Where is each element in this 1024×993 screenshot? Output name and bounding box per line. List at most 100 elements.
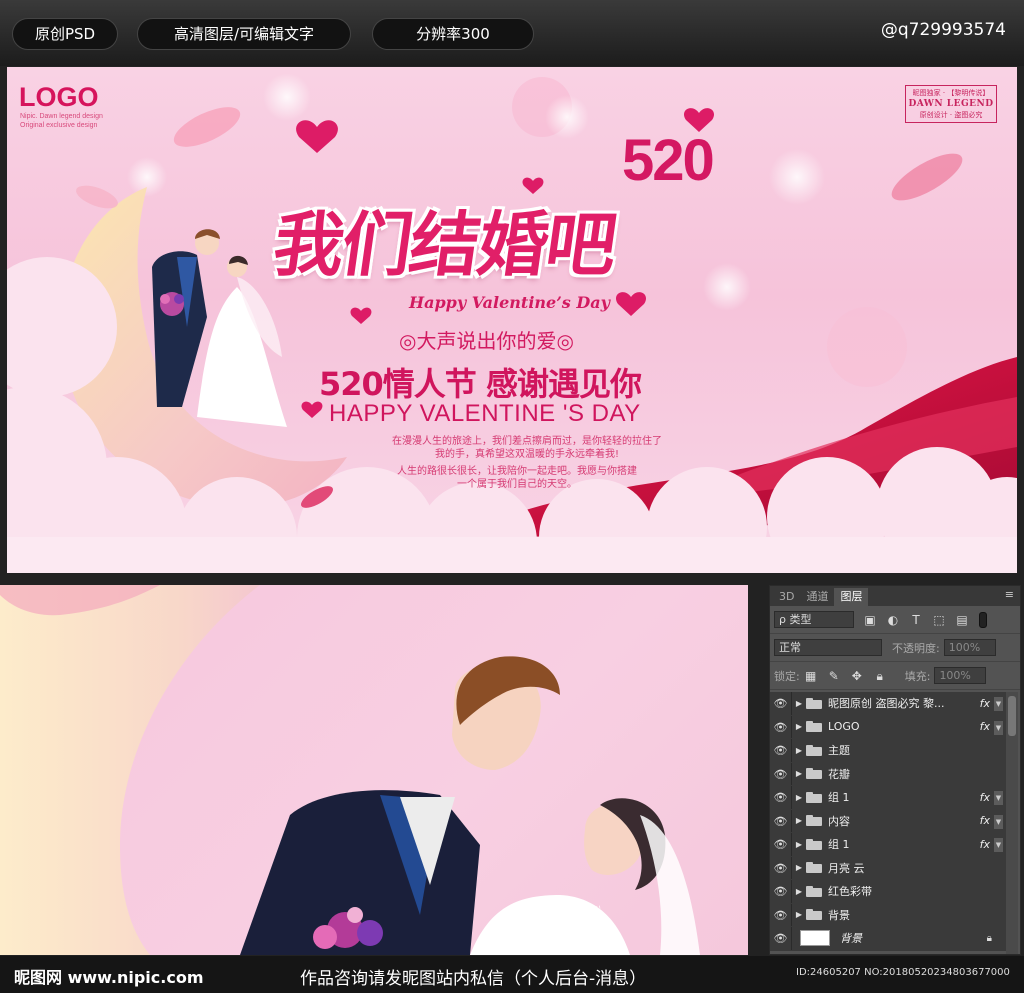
layer-row[interactable]: 👁︎ ▶ 组 1 fx ▼	[770, 833, 1006, 857]
lock-label: 锁定:	[774, 669, 800, 683]
pixel-filter-icon[interactable]: ▣	[863, 613, 877, 627]
expand-triangle-icon[interactable]: ▶	[792, 722, 806, 731]
visibility-eye-icon[interactable]: 👁︎	[770, 809, 792, 832]
layer-name[interactable]: 内容	[828, 813, 958, 829]
layer-name[interactable]: 组 1	[828, 836, 958, 852]
expand-triangle-icon[interactable]: ▶	[792, 699, 806, 708]
filter-toggle[interactable]	[979, 611, 987, 628]
layer-name[interactable]: 昵图原创 盗图必究 黎...	[828, 695, 958, 711]
bokeh-light	[769, 149, 825, 205]
expand-triangle-icon[interactable]: ▶	[792, 769, 806, 778]
layer-name[interactable]: 主题	[828, 742, 958, 758]
expand-triangle-icon[interactable]: ▶	[792, 887, 806, 896]
paragraph-line: 在漫漫人生的旅途上，我们差点擦肩而过，是你轻轻的拉住了	[392, 436, 662, 447]
blend-row: 正常 不透明度: 100%	[770, 634, 1020, 662]
folder-icon	[806, 862, 822, 874]
visibility-eye-icon[interactable]: 👁︎	[770, 715, 792, 738]
effects-expand-icon[interactable]: ▼	[994, 814, 1003, 829]
opacity-label: 不透明度:	[892, 641, 940, 655]
blend-mode-select[interactable]: 正常	[774, 639, 882, 656]
layer-row[interactable]: 👁︎ ▶ 背景	[770, 903, 1006, 927]
kind-filter-select[interactable]: ρ 类型	[774, 611, 854, 628]
layer-name[interactable]: 背景	[828, 907, 958, 923]
effects-badge[interactable]: fx	[980, 791, 990, 804]
layer-name[interactable]: 背景	[840, 930, 970, 946]
expand-triangle-icon[interactable]: ▶	[792, 793, 806, 802]
paragraph-line: 我的手，真希望这双温暖的手永远牵着我!	[434, 449, 619, 460]
effects-badge[interactable]: fx	[980, 697, 990, 710]
visibility-eye-icon[interactable]: 👁︎	[770, 692, 792, 715]
layer-row[interactable]: 👁︎ ▶ 红色彩带	[770, 880, 1006, 904]
folder-icon	[806, 909, 822, 921]
expand-triangle-icon[interactable]: ▶	[792, 910, 806, 919]
detail-preview	[0, 585, 748, 955]
main-title: 我们结婚吧	[268, 203, 621, 286]
fill-input[interactable]: 100%	[934, 667, 987, 684]
tag-resolution: 分辨率300	[372, 18, 534, 50]
stamp-brand: DAWN LEGEND	[908, 99, 994, 109]
tab-3d[interactable]: 3D	[773, 588, 800, 606]
lock-all-icon[interactable]: 🔒︎	[873, 669, 887, 683]
layer-list-scrollbar[interactable]	[1006, 692, 1018, 954]
expand-triangle-icon[interactable]: ▶	[792, 863, 806, 872]
tab-channels[interactable]: 通道	[800, 588, 834, 606]
layer-row[interactable]: 👁︎ ▶ 昵图原创 盗图必究 黎... fx ▼	[770, 692, 1006, 716]
layer-name[interactable]: LOGO	[828, 720, 958, 733]
layer-row[interactable]: 👁︎ ▶ 月亮 云	[770, 856, 1006, 880]
lock-pixels-icon[interactable]: ✎	[827, 669, 841, 683]
layer-row[interactable]: 👁︎ ▶ 内容 fx ▼	[770, 809, 1006, 833]
bottom-bar: 昵图网 www.nipic.com 作品咨询请发昵图站内私信（个人后台-消息） …	[0, 956, 1024, 993]
layer-row[interactable]: 👁︎ ▶ 花瓣	[770, 762, 1006, 786]
effects-badge[interactable]: fx	[980, 720, 990, 733]
layer-row[interactable]: 👁︎ ▶ 主题	[770, 739, 1006, 763]
effects-expand-icon[interactable]: ▼	[994, 791, 1003, 805]
folder-icon	[806, 721, 822, 733]
lock-position-icon[interactable]: ✥	[850, 669, 864, 683]
visibility-eye-icon[interactable]: 👁︎	[770, 903, 792, 926]
effects-expand-icon[interactable]: ▼	[994, 697, 1003, 711]
effects-expand-icon[interactable]: ▼	[994, 838, 1003, 852]
banner-illustration	[7, 73, 1017, 573]
layer-name[interactable]: 红色彩带	[828, 883, 958, 899]
effects-expand-icon[interactable]: ▼	[994, 720, 1003, 735]
bokeh-light	[127, 157, 167, 197]
body-paragraph-2: 人生的路很长很长，让我陪你一起走吧。我愿与你搭建 一个属于我们自己的天空。	[327, 465, 707, 491]
expand-triangle-icon[interactable]: ▶	[792, 816, 806, 825]
folder-icon	[806, 791, 822, 803]
layer-row[interactable]: 👁︎ ▶ 组 1 fx ▼	[770, 786, 1006, 810]
type-filter-icon[interactable]: T	[909, 613, 923, 627]
expand-triangle-icon[interactable]: ▶	[792, 746, 806, 755]
lock-transparency-icon[interactable]: ▦	[804, 669, 818, 683]
layer-name[interactable]: 月亮 云	[828, 860, 958, 876]
visibility-eye-icon[interactable]: 👁︎	[770, 786, 792, 809]
english-caption: HAPPY VALENTINE 'S DAY	[329, 400, 641, 427]
tab-layers[interactable]: 图层	[834, 588, 869, 606]
scrollbar-thumb[interactable]	[1008, 696, 1016, 736]
shape-filter-icon[interactable]: ⬚	[932, 613, 946, 627]
visibility-eye-icon[interactable]: 👁︎	[770, 880, 792, 903]
opacity-input[interactable]: 100%	[943, 639, 996, 656]
logo-subtitle: Nipic. Dawn legend design Original exclu…	[20, 112, 103, 130]
fill-label: 填充:	[904, 669, 931, 683]
visibility-eye-icon[interactable]: 👁︎	[770, 762, 792, 785]
visibility-eye-icon[interactable]: 👁︎	[770, 856, 792, 879]
visibility-eye-icon[interactable]: 👁︎	[770, 833, 792, 856]
tag-original-psd: 原创PSD	[12, 18, 118, 50]
panel-menu-icon[interactable]: ≡	[1005, 588, 1014, 601]
wedding-couple	[152, 229, 287, 427]
rose-petal	[173, 107, 241, 147]
layer-name[interactable]: 组 1	[828, 789, 958, 805]
rose-petal	[891, 153, 963, 201]
layer-row[interactable]: 👁︎ 背景 🔒︎	[770, 927, 1006, 951]
adjustment-filter-icon[interactable]: ◐	[886, 613, 900, 627]
expand-triangle-icon[interactable]: ▶	[792, 840, 806, 849]
blend-mode-value: 正常	[779, 641, 801, 654]
effects-badge[interactable]: fx	[980, 814, 990, 827]
folder-icon	[806, 697, 822, 709]
visibility-eye-icon[interactable]: 👁︎	[770, 739, 792, 762]
smart-object-filter-icon[interactable]: ▤	[955, 613, 969, 627]
layer-name[interactable]: 花瓣	[828, 766, 958, 782]
effects-badge[interactable]: fx	[980, 838, 990, 851]
layer-row[interactable]: 👁︎ ▶ LOGO fx ▼	[770, 715, 1006, 739]
visibility-eye-icon[interactable]: 👁︎	[770, 927, 792, 950]
